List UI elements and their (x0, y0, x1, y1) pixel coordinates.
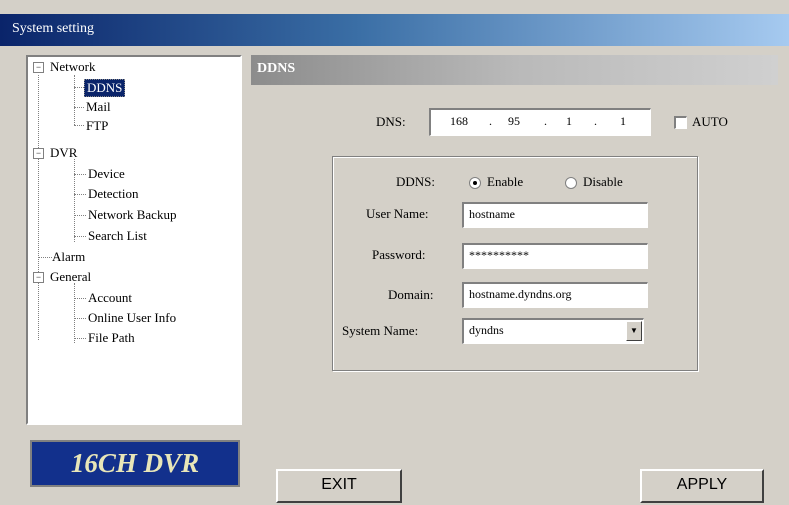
apply-button[interactable]: APPLY (640, 469, 764, 503)
tree-item-detection[interactable]: Detection (88, 186, 139, 202)
settings-tree[interactable]: − Network DDNS Mail FTP − DVR Device Det… (26, 55, 242, 425)
dns-ip-field[interactable]: 168 . 95 . 1 . 1 (429, 108, 651, 136)
tree-item-ftp[interactable]: FTP (86, 118, 108, 134)
tree-item-mail[interactable]: Mail (86, 99, 111, 115)
tree-item-alarm[interactable]: Alarm (52, 249, 85, 265)
enable-radio[interactable] (469, 177, 481, 189)
password-input[interactable]: ********** (462, 243, 648, 269)
dns-octet-4[interactable]: 1 (603, 114, 643, 129)
dvr-expander-icon[interactable]: − (33, 148, 44, 159)
dns-octet-1[interactable]: 168 (439, 114, 479, 129)
tree-item-search-list[interactable]: Search List (88, 228, 147, 244)
exit-button[interactable]: EXIT (276, 469, 402, 503)
system-setting-window: System setting − Network DDNS Mail FTP −… (0, 0, 789, 505)
tree-item-network[interactable]: Network (50, 59, 96, 75)
ddns-label: DDNS: (396, 174, 436, 189)
section-header: DDNS (251, 55, 778, 85)
title-bar: System setting (0, 14, 789, 46)
dns-octet-2[interactable]: 95 (494, 114, 534, 129)
tree-item-ddns[interactable]: DDNS (84, 79, 126, 97)
network-expander-icon[interactable]: − (33, 62, 44, 73)
password-label: Password: (372, 247, 426, 262)
disable-radio[interactable] (565, 177, 577, 189)
tree-item-online-user-info[interactable]: Online User Info (88, 310, 176, 326)
system-name-value: dyndns (469, 323, 504, 337)
system-name-select[interactable]: dyndns ▼ (462, 318, 644, 344)
general-expander-icon[interactable]: − (33, 272, 44, 283)
user-name-input[interactable]: hostname (462, 202, 648, 228)
enable-label[interactable]: Enable (487, 174, 523, 190)
domain-label: Domain: (388, 287, 434, 302)
tree-item-dvr[interactable]: DVR (50, 145, 77, 161)
tree-item-account[interactable]: Account (88, 290, 132, 306)
auto-label: AUTO (692, 114, 728, 129)
tree-item-file-path[interactable]: File Path (88, 330, 135, 346)
tree-item-general[interactable]: General (50, 269, 91, 285)
tree-item-network-backup[interactable]: Network Backup (88, 207, 176, 223)
disable-label[interactable]: Disable (583, 174, 623, 190)
tree-item-device[interactable]: Device (88, 166, 125, 182)
window-title: System setting (12, 21, 95, 36)
system-name-label: System Name: (342, 323, 419, 338)
dns-label: DNS: (376, 114, 406, 129)
domain-input[interactable]: hostname.dyndns.org (462, 282, 648, 308)
auto-checkbox[interactable] (674, 116, 687, 129)
user-name-label: User Name: (366, 206, 429, 221)
dns-octet-3[interactable]: 1 (549, 114, 589, 129)
dvr-logo: 16CH DVR (30, 440, 240, 487)
section-title: DDNS (257, 61, 296, 76)
chevron-down-icon[interactable]: ▼ (626, 321, 642, 341)
